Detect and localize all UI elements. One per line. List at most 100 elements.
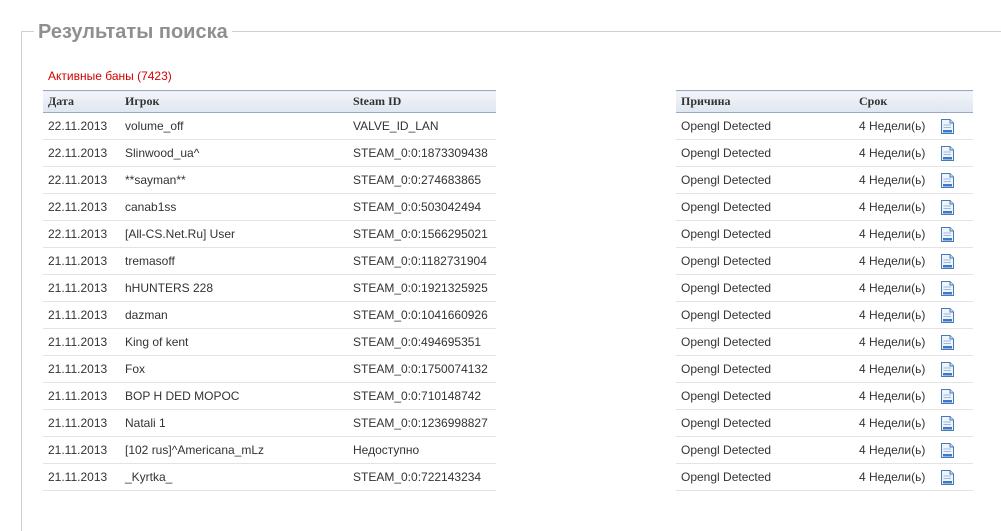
ban-reason: Opengl Detected [676, 220, 854, 248]
player-name: **sayman** [120, 166, 348, 194]
ban-term: 4 Недели(ь) [854, 193, 941, 221]
column-header-reason[interactable]: Причина [676, 90, 854, 113]
ban-reason: Opengl Detected [676, 247, 854, 275]
document-details-icon[interactable] [941, 307, 954, 323]
details-cell [941, 274, 973, 302]
document-details-icon[interactable] [941, 172, 954, 188]
table-row[interactable]: Opengl Detected 4 Недели(ь) [676, 409, 973, 437]
details-cell [941, 382, 973, 410]
details-cell [941, 328, 973, 356]
table-row[interactable]: Opengl Detected 4 Недели(ь) [676, 220, 973, 248]
table-row[interactable]: Opengl Detected 4 Недели(ь) [676, 382, 973, 410]
table-row[interactable]: 22.11.2013 [All-CS.Net.Ru] User STEAM_0:0:… [43, 220, 496, 248]
table-row[interactable]: 21.11.2013 _Kyrtka_ STEAM_0:0:722143234 [43, 463, 496, 491]
table-row[interactable]: 22.11.2013 **sayman** STEAM_0:0:274683865 [43, 166, 496, 194]
player-name: dazman [120, 301, 348, 329]
document-details-icon[interactable] [941, 226, 954, 242]
search-results-title: Результаты поиска [34, 19, 232, 45]
ban-term: 4 Недели(ь) [854, 436, 941, 464]
table-row[interactable]: 21.11.2013 tremasoff STEAM_0:0:1182731904 [43, 247, 496, 275]
table-row[interactable]: 22.11.2013 canab1ss STEAM_0:0:503042494 [43, 193, 496, 221]
ban-term: 4 Недели(ь) [854, 328, 941, 356]
ban-reason: Opengl Detected [676, 112, 854, 140]
steam-id: Недоступно [348, 436, 496, 464]
table-row[interactable]: 21.11.2013 Fox STEAM_0:0:1750074132 [43, 355, 496, 383]
table-row[interactable]: Opengl Detected 4 Недели(ь) [676, 193, 973, 221]
ban-date: 21.11.2013 [43, 409, 120, 437]
table-row[interactable]: 22.11.2013 Slinwood_ua^ STEAM_0:0:18733094… [43, 139, 496, 167]
document-details-icon[interactable] [941, 469, 954, 485]
table-row[interactable]: Opengl Detected 4 Недели(ь) [676, 139, 973, 167]
table-row[interactable]: Opengl Detected 4 Недели(ь) [676, 301, 973, 329]
steam-id: STEAM_0:0:494695351 [348, 328, 496, 356]
table-row[interactable]: 21.11.2013 hHUNTERS 228 STEAM_0:0:19213259… [43, 274, 496, 302]
document-details-icon[interactable] [941, 334, 954, 350]
document-details-icon[interactable] [941, 199, 954, 215]
ban-reason: Opengl Detected [676, 139, 854, 167]
details-cell [941, 220, 973, 248]
ban-date: 21.11.2013 [43, 274, 120, 302]
steam-id: STEAM_0:0:1236998827 [348, 409, 496, 437]
document-details-icon[interactable] [941, 253, 954, 269]
table-row[interactable]: Opengl Detected 4 Недели(ь) [676, 274, 973, 302]
document-details-icon[interactable] [941, 361, 954, 377]
details-cell [941, 112, 973, 140]
ban-term: 4 Недели(ь) [854, 112, 941, 140]
player-name: Natali 1 [120, 409, 348, 437]
ban-date: 21.11.2013 [43, 328, 120, 356]
ban-reason: Opengl Detected [676, 436, 854, 464]
ban-date: 21.11.2013 [43, 355, 120, 383]
ban-reason: Opengl Detected [676, 166, 854, 194]
table-row[interactable]: Opengl Detected 4 Недели(ь) [676, 166, 973, 194]
ban-date: 21.11.2013 [43, 463, 120, 491]
player-name: [All-CS.Net.Ru] User [120, 220, 348, 248]
table-row[interactable]: Opengl Detected 4 Недели(ь) [676, 328, 973, 356]
table-row[interactable]: 21.11.2013 King of kent STEAM_0:0:49469535… [43, 328, 496, 356]
document-details-icon[interactable] [941, 118, 954, 134]
column-header-steam-id[interactable]: Steam ID [348, 90, 496, 113]
column-header-player[interactable]: Игрок [120, 90, 348, 113]
steam-id: STEAM_0:0:1566295021 [348, 220, 496, 248]
document-details-icon[interactable] [941, 280, 954, 296]
ban-date: 21.11.2013 [43, 301, 120, 329]
left-header-row: Дата Игрок Steam ID [43, 90, 496, 113]
active-bans-count: Активные баны (7423) [48, 69, 172, 83]
details-cell [941, 301, 973, 329]
ban-term: 4 Недели(ь) [854, 382, 941, 410]
player-name: _Kyrtka_ [120, 463, 348, 491]
ban-date: 22.11.2013 [43, 112, 120, 140]
table-row[interactable]: Opengl Detected 4 Недели(ь) [676, 436, 973, 464]
table-row[interactable]: 21.11.2013 BOP H DED MOPOC STEAM_0:0:71014… [43, 382, 496, 410]
steam-id: STEAM_0:0:710148742 [348, 382, 496, 410]
column-header-term[interactable]: Срок [854, 90, 941, 113]
document-details-icon[interactable] [941, 388, 954, 404]
table-row[interactable]: 21.11.2013 dazman STEAM_0:0:1041660926 [43, 301, 496, 329]
table-row[interactable]: 21.11.2013 [102 rus]^Americana_mLz Недосту… [43, 436, 496, 464]
table-row[interactable]: 21.11.2013 Natali 1 STEAM_0:0:1236998827 [43, 409, 496, 437]
column-header-date[interactable]: Дата [43, 90, 120, 113]
steam-id: STEAM_0:0:1750074132 [348, 355, 496, 383]
document-details-icon[interactable] [941, 415, 954, 431]
player-name: Fox [120, 355, 348, 383]
table-row[interactable]: 22.11.2013 volume_off VALVE_ID_LAN [43, 112, 496, 140]
ban-date: 21.11.2013 [43, 247, 120, 275]
bans-table-left: Дата Игрок Steam ID 22.11.2013 volume_off… [43, 90, 496, 491]
ban-term: 4 Недели(ь) [854, 274, 941, 302]
document-details-icon[interactable] [941, 442, 954, 458]
ban-term: 4 Недели(ь) [854, 463, 941, 491]
table-row[interactable]: Opengl Detected 4 Недели(ь) [676, 463, 973, 491]
steam-id: VALVE_ID_LAN [348, 112, 496, 140]
ban-reason: Opengl Detected [676, 382, 854, 410]
player-name: volume_off [120, 112, 348, 140]
details-cell [941, 139, 973, 167]
ban-date: 22.11.2013 [43, 220, 120, 248]
player-name: Slinwood_ua^ [120, 139, 348, 167]
details-cell [941, 355, 973, 383]
document-details-icon[interactable] [941, 145, 954, 161]
table-row[interactable]: Opengl Detected 4 Недели(ь) [676, 247, 973, 275]
table-row[interactable]: Opengl Detected 4 Недели(ь) [676, 112, 973, 140]
steam-id: STEAM_0:0:1182731904 [348, 247, 496, 275]
player-name: canab1ss [120, 193, 348, 221]
player-name: BOP H DED MOPOC [120, 382, 348, 410]
table-row[interactable]: Opengl Detected 4 Недели(ь) [676, 355, 973, 383]
